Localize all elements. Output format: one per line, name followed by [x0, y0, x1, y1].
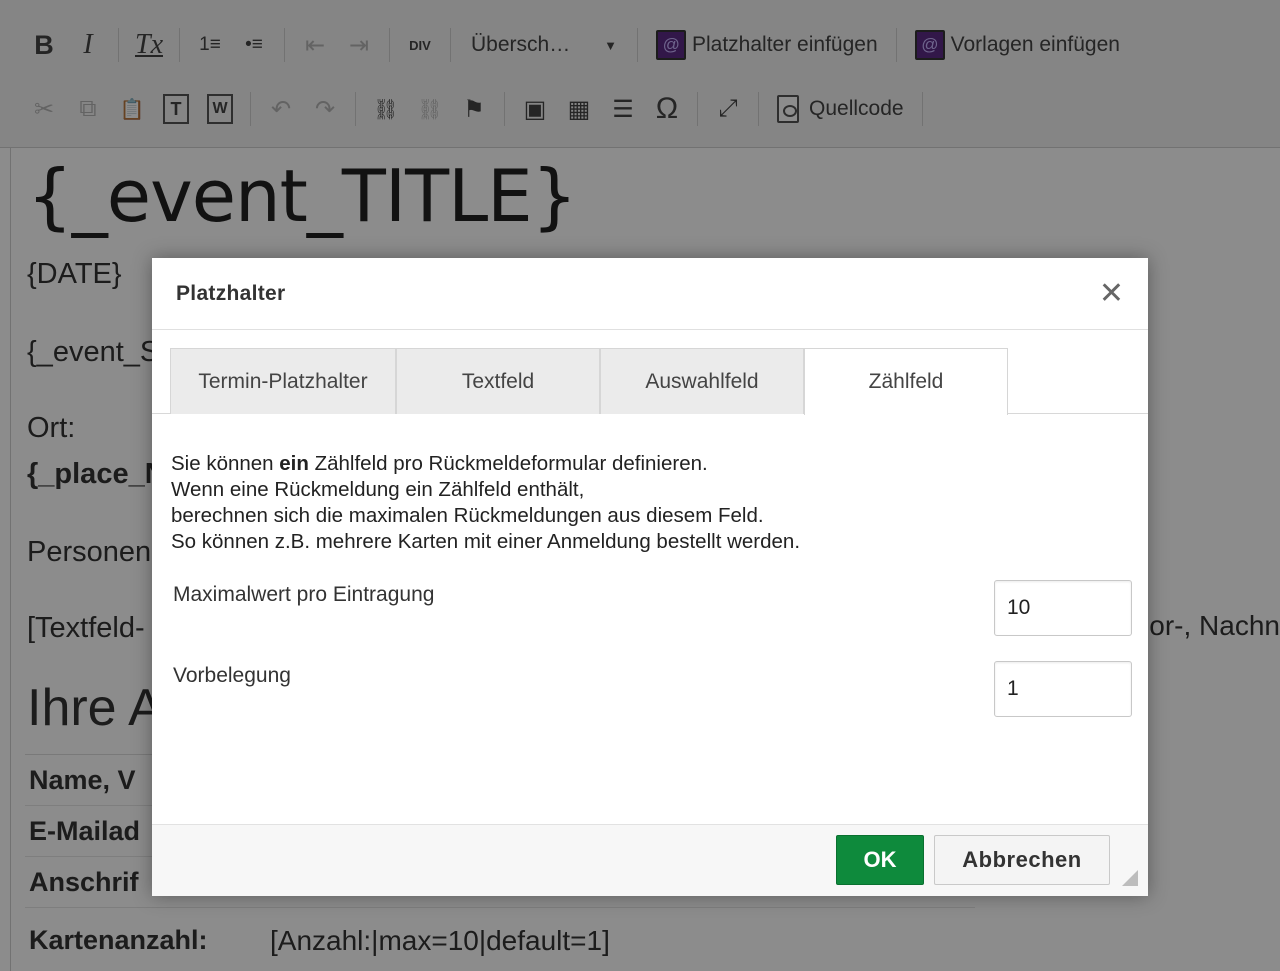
default-value-label: Vorbelegung: [173, 664, 291, 687]
default-value-input[interactable]: [994, 661, 1132, 717]
resize-handle-icon[interactable]: [1122, 870, 1138, 886]
tab-auswahlfeld[interactable]: Auswahlfeld: [600, 348, 804, 414]
ok-button[interactable]: OK: [836, 835, 924, 885]
placeholder-dialog: Platzhalter ✕ Termin-Platzhalter Textfel…: [152, 258, 1148, 896]
max-value-input[interactable]: [994, 580, 1132, 636]
counter-field-description: Sie können ein Zählfeld pro Rückmeldefor…: [171, 451, 800, 555]
tab-termin-platzhalter[interactable]: Termin-Platzhalter: [170, 348, 396, 414]
description-text: Sie können: [171, 452, 280, 475]
description-line: Sie können ein Zählfeld pro Rückmeldefor…: [171, 451, 800, 477]
cancel-button[interactable]: Abbrechen: [934, 835, 1110, 885]
description-emphasis: ein: [279, 452, 309, 475]
dialog-tabs: Termin-Platzhalter Textfeld Auswahlfeld …: [170, 348, 1008, 415]
tab-textfeld[interactable]: Textfeld: [396, 348, 600, 414]
description-line: Wenn eine Rückmeldung ein Zählfeld enthä…: [171, 478, 585, 501]
max-value-label: Maximalwert pro Eintragung: [173, 583, 435, 606]
description-text: Zählfeld pro Rückmeldeformular definiere…: [308, 452, 708, 475]
description-line: berechnen sich die maximalen Rückmeldung…: [171, 504, 764, 527]
dialog-header: Platzhalter ✕: [152, 258, 1148, 330]
tab-zaehlfeld[interactable]: Zählfeld: [804, 348, 1008, 415]
description-line: So können z.B. mehrere Karten mit einer …: [171, 530, 801, 553]
dialog-title: Platzhalter: [176, 281, 286, 305]
close-icon[interactable]: ✕: [1099, 278, 1124, 309]
